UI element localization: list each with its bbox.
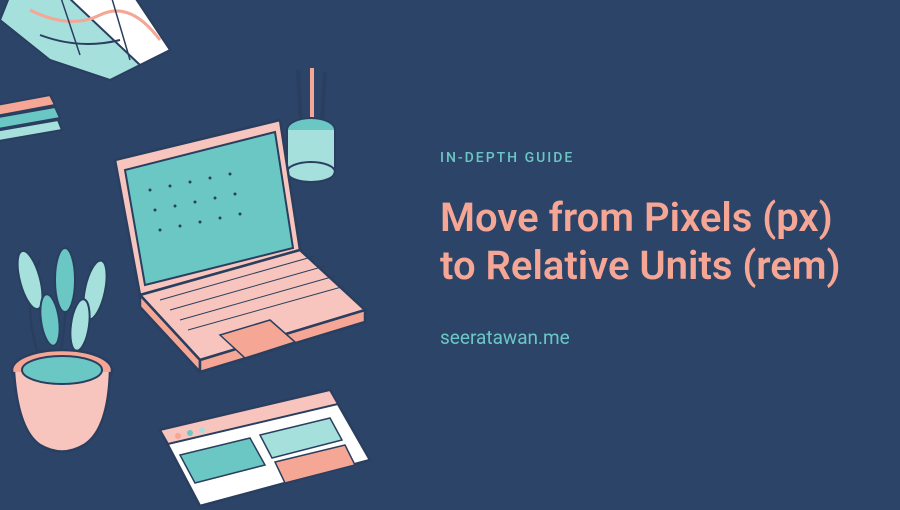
books-icon	[0, 95, 62, 145]
browser-window-icon	[160, 390, 370, 506]
desk-illustration	[0, 0, 440, 506]
map-icon	[0, 0, 170, 80]
headline: Move from Pixels (px) to Relative Units …	[440, 194, 860, 290]
pencil-cup-icon	[287, 68, 335, 182]
site-credit: seeratawan.me	[440, 326, 860, 349]
eyebrow-label: IN-DEPTH GUIDE	[440, 150, 860, 166]
plant-icon	[12, 248, 112, 452]
hero-text-block: IN-DEPTH GUIDE Move from Pixels (px) to …	[440, 150, 860, 349]
